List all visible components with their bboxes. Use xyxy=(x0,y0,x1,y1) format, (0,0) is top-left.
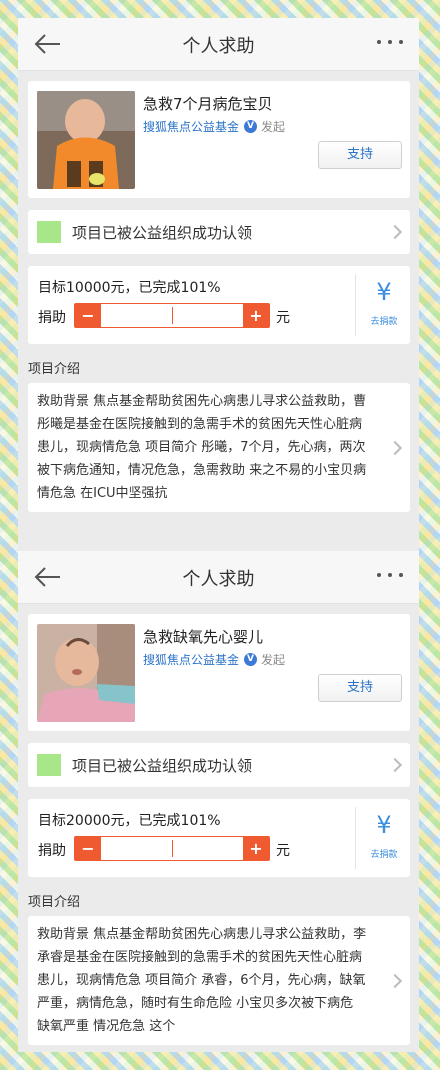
amount-stepper[interactable]: − + xyxy=(74,836,270,861)
app-frame: 个人求助 急救7个月病危宝贝 搜狐焦点公益基金 V 发起 支持 项目已被公益组织… xyxy=(18,18,419,1052)
initiated-label: 发起 xyxy=(261,120,286,134)
intro-card[interactable]: 救助背景 焦点基金帮助贫困先心病患儿寻求公益救助，李承睿是基金在医院接触到的急需… xyxy=(28,916,410,1045)
amount-stepper[interactable]: − + xyxy=(74,303,270,328)
chevron-right-icon xyxy=(387,973,403,989)
yen-icon[interactable]: ¥ xyxy=(358,278,410,306)
screen-2: 个人求助 急救缺氧先心婴儿 搜狐焦点公益基金 V 发起 支持 项目已被公益组织成… xyxy=(18,551,419,1052)
nav-bar: 个人求助 xyxy=(18,551,419,604)
nav-bar: 个人求助 xyxy=(18,18,419,71)
support-button[interactable]: 支持 xyxy=(318,674,402,702)
verified-icon: V xyxy=(244,120,258,133)
intro-card[interactable]: 救助背景 焦点基金帮助贫困先心病患儿寻求公益救助，曹彤曦是基金在医院接触到的急需… xyxy=(28,383,410,512)
project-card[interactable]: 急救7个月病危宝贝 搜狐焦点公益基金 V 发起 支持 xyxy=(28,81,410,198)
claim-row[interactable]: 项目已被公益组织成功认领 xyxy=(28,210,410,254)
minus-button[interactable]: − xyxy=(75,304,101,327)
verified-icon: V xyxy=(244,653,258,666)
intro-heading: 项目介绍 xyxy=(28,362,81,377)
yen-icon[interactable]: ¥ xyxy=(358,811,410,839)
claim-row[interactable]: 项目已被公益组织成功认领 xyxy=(28,743,410,787)
goal-text: 目标10000元，已完成101% xyxy=(38,280,221,296)
org-name[interactable]: 搜狐焦点公益基金 xyxy=(143,118,239,135)
more-icon[interactable] xyxy=(375,32,405,56)
go-donate-button[interactable]: 去捐款 xyxy=(358,847,410,860)
claim-text: 项目已被公益组织成功认领 xyxy=(72,757,253,775)
chevron-right-icon xyxy=(387,440,403,456)
divider xyxy=(355,274,356,336)
nav-title: 个人求助 xyxy=(182,36,255,57)
project-title[interactable]: 急救7个月病危宝贝 xyxy=(143,93,273,114)
goal-text: 目标20000元，已完成101% xyxy=(38,813,221,829)
more-icon[interactable] xyxy=(375,565,405,589)
intro-body: 救助背景 焦点基金帮助贫困先心病患儿寻求公益救助，曹彤曦是基金在医院接触到的急需… xyxy=(37,394,367,501)
screen-1: 个人求助 急救7个月病危宝贝 搜狐焦点公益基金 V 发起 支持 项目已被公益组织… xyxy=(18,18,419,530)
project-photo xyxy=(37,624,135,722)
plus-button[interactable]: + xyxy=(243,304,269,327)
chevron-right-icon xyxy=(387,757,403,773)
donate-label: 捐助 xyxy=(38,310,66,326)
unit-label: 元 xyxy=(276,843,290,859)
project-org: 搜狐焦点公益基金 V 发起 xyxy=(143,118,285,135)
project-title[interactable]: 急救缺氧先心婴儿 xyxy=(143,626,263,647)
donate-label: 捐助 xyxy=(38,843,66,859)
amount-input[interactable] xyxy=(172,840,173,857)
claim-text: 项目已被公益组织成功认领 xyxy=(72,224,253,242)
chevron-right-icon xyxy=(387,224,403,240)
unit-label: 元 xyxy=(276,310,290,326)
project-photo xyxy=(37,91,135,189)
nav-title: 个人求助 xyxy=(182,569,255,590)
initiated-label: 发起 xyxy=(261,653,286,667)
claim-square-icon xyxy=(37,221,61,243)
goal-card: 目标10000元，已完成101% 捐助 − + 元 ¥ 去捐款 xyxy=(28,266,410,344)
intro-body: 救助背景 焦点基金帮助贫困先心病患儿寻求公益救助，李承睿是基金在医院接触到的急需… xyxy=(37,927,367,1034)
claim-square-icon xyxy=(37,754,61,776)
org-name[interactable]: 搜狐焦点公益基金 xyxy=(143,651,239,668)
amount-input[interactable] xyxy=(172,307,173,324)
minus-button[interactable]: − xyxy=(75,837,101,860)
goal-card: 目标20000元，已完成101% 捐助 − + 元 ¥ 去捐款 xyxy=(28,799,410,877)
intro-heading: 项目介绍 xyxy=(28,895,81,910)
project-org: 搜狐焦点公益基金 V 发起 xyxy=(143,651,285,668)
plus-button[interactable]: + xyxy=(243,837,269,860)
go-donate-button[interactable]: 去捐款 xyxy=(358,314,410,327)
divider xyxy=(355,807,356,869)
project-card[interactable]: 急救缺氧先心婴儿 搜狐焦点公益基金 V 发起 支持 xyxy=(28,614,410,731)
support-button[interactable]: 支持 xyxy=(318,141,402,169)
